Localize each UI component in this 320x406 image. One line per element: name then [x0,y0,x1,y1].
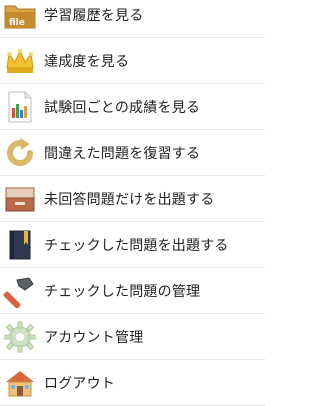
menu-item-logout[interactable]: ログアウト [0,360,265,406]
menu-item-exam-results[interactable]: 試験回ごとの成績を見る [0,84,265,130]
menu-item-label: ログアウト [44,375,115,392]
menu-item-manage-checked[interactable]: チェックした問題の管理 [0,268,265,314]
book-icon [2,227,38,263]
file-folder-icon: file [2,0,38,33]
menu-item-label: 達成度を見る [44,53,130,70]
crown-icon [2,43,38,79]
menu-item-label: 未回答問題だけを出題する [44,191,215,208]
refresh-arrow-icon [2,135,38,171]
hammer-icon [2,273,38,309]
gear-icon [2,319,38,355]
menu-item-achievement[interactable]: 達成度を見る [0,38,265,84]
menu-item-unanswered[interactable]: 未回答問題だけを出題する [0,176,265,222]
menu-item-study-history[interactable]: file 学習履歴を見る [0,0,265,38]
house-icon [2,365,38,401]
menu-item-label: チェックした問題を出題する [44,237,229,254]
menu-item-account[interactable]: アカウント管理 [0,314,265,360]
menu-item-label: アカウント管理 [44,329,144,346]
drawer-icon [2,181,38,217]
svg-text:file: file [9,18,25,28]
menu-item-label: 学習履歴を見る [44,7,144,24]
menu-item-review-mistakes[interactable]: 間違えた問題を復習する [0,130,265,176]
menu-item-label: 間違えた問題を復習する [44,145,201,162]
report-chart-icon [2,89,38,125]
main-menu: file 学習履歴を見る 達成度を見る 試験回ごとの成績を見る 間違えた問題を復… [0,0,265,406]
menu-item-label: チェックした問題の管理 [44,283,201,300]
menu-item-label: 試験回ごとの成績を見る [44,99,201,116]
menu-item-checked-questions[interactable]: チェックした問題を出題する [0,222,265,268]
